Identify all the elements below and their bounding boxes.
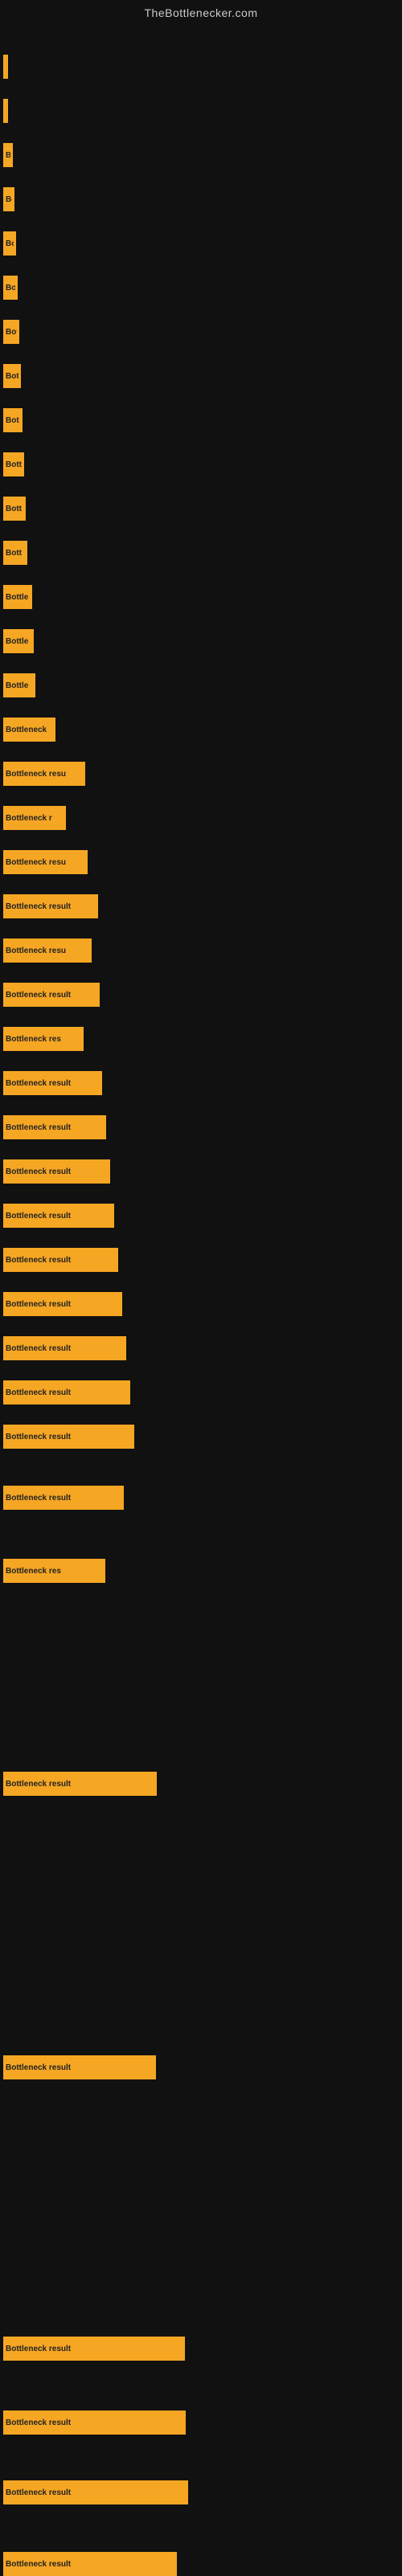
- bar-label: Bottleneck result: [6, 1212, 71, 1221]
- bar-item: Bottleneck result: [3, 2552, 177, 2576]
- bar-label: Bottleneck result: [6, 2345, 71, 2353]
- bar-label: Bottle: [6, 637, 28, 646]
- bar-item: Bottleneck result: [3, 1159, 110, 1184]
- bar-item: Bottleneck r: [3, 806, 66, 830]
- bar-label: Bott: [6, 549, 22, 558]
- bar-label: Bottleneck resu: [6, 770, 66, 779]
- bar-label: Bot: [6, 372, 18, 381]
- bar-item: Bo: [3, 231, 16, 256]
- bar-label: Bottleneck result: [6, 1256, 71, 1265]
- bar-label: Bottleneck resu: [6, 858, 66, 867]
- bar-item: Bottle: [3, 585, 32, 609]
- bar-item: Bottleneck result: [3, 1292, 122, 1316]
- bar-label: Bottle: [6, 681, 28, 690]
- bar-label: Bott: [6, 505, 22, 513]
- bar-item: Bottleneck resu: [3, 850, 88, 874]
- bar-item: Bottleneck result: [3, 2480, 188, 2504]
- bar-label: Bottleneck result: [6, 1079, 71, 1088]
- bar-item: Bot: [3, 364, 21, 388]
- bar-item: Bottleneck resu: [3, 938, 92, 963]
- bar-item: Bottleneck result: [3, 1071, 102, 1095]
- bar-item: Bottle: [3, 629, 34, 653]
- bar-item: Bottleneck result: [3, 1248, 118, 1272]
- bar-label: Bottleneck res: [6, 1035, 61, 1044]
- bar-label: Bo: [6, 195, 12, 204]
- bar-label: Bottleneck result: [6, 1433, 71, 1441]
- bar-label: Bottleneck result: [6, 1123, 71, 1132]
- bar-label: Bottleneck result: [6, 991, 71, 1000]
- bar-item: Bott: [3, 541, 27, 565]
- bar-label: Bot: [6, 328, 17, 337]
- bar-label: Bottleneck result: [6, 2560, 71, 2569]
- bar-label: Bottleneck r: [6, 814, 52, 823]
- bar-item: Bo: [3, 143, 13, 167]
- bar-label: Bottleneck result: [6, 1494, 71, 1503]
- bar-item: Bo: [3, 187, 14, 211]
- bar-item: Bottleneck: [3, 718, 55, 742]
- bar-label: Bottleneck result: [6, 902, 71, 911]
- bar-item: Bottleneck result: [3, 1336, 126, 1360]
- bar-item: Bottleneck result: [3, 1772, 157, 1796]
- bar-label: Bottleneck result: [6, 2419, 71, 2427]
- bar-item: Bot: [3, 276, 18, 300]
- bar-label: Bo: [6, 151, 10, 160]
- bar-item: Bottleneck result: [3, 1115, 106, 1139]
- bar-label: Bottleneck result: [6, 1167, 71, 1176]
- bar-label: Bottle: [6, 593, 28, 602]
- bar-label: Bo: [6, 239, 14, 248]
- bar-item: B: [3, 99, 8, 123]
- bar-label: Bottleneck result: [6, 1780, 71, 1789]
- bar-label: Bot: [6, 416, 19, 425]
- bar-label: Bottleneck res: [6, 1567, 61, 1576]
- bar-item: Bot: [3, 320, 19, 344]
- bar-item: Bottleneck result: [3, 2410, 186, 2435]
- bar-item: Bot: [3, 408, 23, 432]
- bar-item: Bott: [3, 452, 24, 476]
- bar-label: Bot: [6, 284, 15, 292]
- bar-label: Bottleneck result: [6, 2063, 71, 2072]
- bar-item: Bottleneck result: [3, 1380, 130, 1405]
- bar-item: Bottleneck res: [3, 1559, 105, 1583]
- bar-item: Bottleneck result: [3, 2055, 156, 2079]
- bar-item: Bottleneck result: [3, 2337, 185, 2361]
- bar-label: Bottleneck result: [6, 1344, 71, 1353]
- bar-item: Bottleneck result: [3, 983, 100, 1007]
- bar-item: Bottleneck result: [3, 894, 98, 918]
- bar-label: Bottleneck result: [6, 2488, 71, 2497]
- bar-item: B: [3, 55, 8, 79]
- bar-label: Bottleneck: [6, 726, 47, 734]
- bar-label: Bottleneck result: [6, 1300, 71, 1309]
- bar-item: Bottleneck res: [3, 1027, 84, 1051]
- bar-label: Bottleneck resu: [6, 947, 66, 955]
- bar-item: Bottleneck result: [3, 1486, 124, 1510]
- bar-label: Bott: [6, 460, 22, 469]
- bar-item: Bott: [3, 497, 26, 521]
- site-title: TheBottlenecker.com: [0, 0, 402, 22]
- bar-item: Bottleneck result: [3, 1204, 114, 1228]
- bar-label: Bottleneck result: [6, 1388, 71, 1397]
- bar-item: Bottleneck resu: [3, 762, 85, 786]
- bar-item: Bottle: [3, 673, 35, 697]
- bar-item: Bottleneck result: [3, 1425, 134, 1449]
